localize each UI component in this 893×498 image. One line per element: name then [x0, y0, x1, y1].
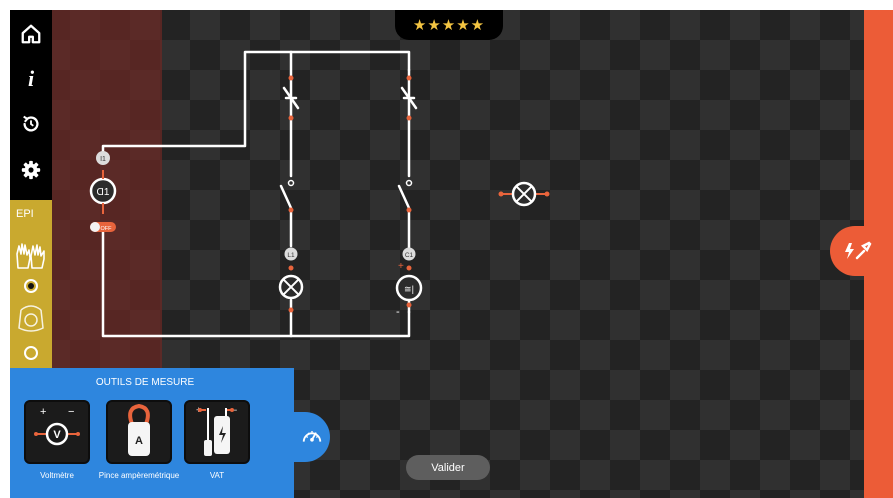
lamp-tag: L1 — [284, 247, 298, 261]
gloves-icon[interactable] — [14, 238, 48, 272]
svg-text:C1: C1 — [405, 252, 414, 259]
rating-stars: ★★★★★ — [412, 17, 486, 34]
wire-left-vertical — [101, 230, 293, 338]
tools-title: OUTILS DE MESURE — [95, 377, 195, 388]
electrical-tools-button[interactable] — [830, 226, 886, 276]
clamp-meter-label: Pince ampèremétrique — [98, 471, 180, 480]
rating-tab: ★★★★★ — [395, 10, 503, 40]
svg-text:Ɑ1: Ɑ1 — [97, 187, 110, 198]
voltmeter-icon: + − V — [34, 406, 80, 446]
epi-panel: EPI — [10, 200, 52, 368]
lightning-screwdriver-icon — [845, 241, 872, 260]
face-shield-icon[interactable] — [15, 300, 47, 336]
voltmeter-card[interactable]: + − V — [24, 400, 90, 464]
svg-text:V: V — [53, 429, 61, 441]
vat-card[interactable]: + − — [184, 400, 250, 464]
switch-2-blade — [397, 184, 411, 210]
svg-text:+: + — [40, 406, 46, 418]
wire-bottom — [289, 310, 411, 338]
svg-text:−: − — [68, 406, 74, 418]
settings-icon[interactable] — [10, 150, 52, 190]
home-icon[interactable] — [10, 14, 52, 54]
side-menu: i — [10, 10, 52, 200]
measurement-tools-panel: OUTILS DE MESURE + − V Voltmètre A Pince… — [10, 368, 294, 498]
off-toggle[interactable]: OFF — [90, 222, 116, 232]
switch-2-pivot — [405, 179, 413, 187]
charger[interactable]: ≅| — [395, 274, 423, 302]
svg-text:I1: I1 — [100, 156, 106, 163]
left-device-tag: I1 — [96, 151, 110, 165]
vat-label: VAT — [209, 471, 225, 480]
clamp-meter-card[interactable]: A — [106, 400, 172, 464]
left-device[interactable]: Ɑ1 — [89, 177, 117, 205]
lamp[interactable] — [278, 274, 304, 300]
svg-text:≅|: ≅| — [404, 284, 414, 294]
svg-text:L1: L1 — [287, 252, 295, 259]
charger-minus: - — [396, 306, 400, 318]
switch-1-blade — [279, 184, 293, 210]
svg-text:OFF: OFF — [101, 226, 113, 232]
gloves-radio[interactable] — [24, 279, 38, 293]
vat-tester-icon: + − — [196, 405, 237, 456]
charger-plus: + — [398, 261, 404, 272]
face-shield-radio[interactable] — [24, 346, 38, 360]
wire-top-left — [101, 50, 293, 162]
gauge-icon — [302, 431, 322, 442]
clamp-meter-icon: A — [128, 403, 150, 456]
charger-tag: C1 — [402, 247, 416, 261]
wire-top — [289, 50, 411, 72]
validate-button[interactable]: Valider — [406, 455, 490, 480]
switch-1-pivot — [287, 179, 295, 187]
epi-label: EPI — [16, 208, 34, 220]
loose-lamp[interactable] — [498, 181, 550, 207]
svg-text:A: A — [135, 435, 143, 447]
voltmeter-label: Voltmètre — [40, 471, 74, 480]
history-icon[interactable] — [10, 104, 52, 144]
info-icon[interactable]: i — [10, 59, 52, 99]
